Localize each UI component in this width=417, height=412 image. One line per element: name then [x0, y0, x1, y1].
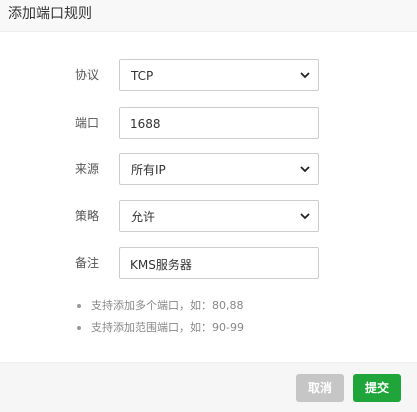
remark-input[interactable]	[130, 255, 310, 273]
tip-text: 支持添加范围端口，如：90-99	[91, 321, 244, 334]
protocol-label: 协议	[75, 68, 100, 82]
source-select[interactable]: 所有IP	[119, 153, 319, 185]
chevron-down-icon	[300, 213, 310, 220]
bullet-icon	[77, 304, 81, 308]
tip-item: 支持添加多个端口，如：80,88	[75, 298, 395, 320]
protocol-value: TCP	[131, 69, 154, 83]
source-value: 所有IP	[131, 163, 166, 177]
source-label: 来源	[75, 162, 100, 176]
port-input[interactable]	[130, 115, 310, 133]
chevron-down-icon	[300, 166, 310, 173]
protocol-row: 协议 TCP	[0, 59, 417, 91]
cancel-button[interactable]: 取消	[296, 374, 344, 402]
submit-button[interactable]: 提交	[353, 374, 401, 402]
protocol-select[interactable]: TCP	[119, 59, 319, 91]
remark-field[interactable]	[119, 247, 319, 279]
dialog-footer: 取消 提交	[0, 362, 417, 412]
port-label: 端口	[75, 116, 100, 130]
dialog-header: 添加端口规则	[0, 0, 417, 32]
bullet-icon	[77, 326, 81, 330]
add-port-rule-dialog: 添加端口规则 协议 TCP 端口 来源 所有IP 策略 允许	[0, 0, 417, 412]
port-row: 端口	[0, 107, 417, 139]
dialog-title: 添加端口规则	[8, 6, 92, 22]
remark-row: 备注	[0, 247, 417, 279]
source-row: 来源 所有IP	[0, 153, 417, 185]
remark-label: 备注	[75, 256, 100, 270]
policy-value: 允许	[131, 210, 156, 224]
policy-row: 策略 允许	[0, 200, 417, 232]
tip-text: 支持添加多个端口，如：80,88	[91, 299, 244, 312]
port-field[interactable]	[119, 107, 319, 139]
tips-list: 支持添加多个端口，如：80,88 支持添加范围端口，如：90-99	[75, 298, 395, 342]
tip-item: 支持添加范围端口，如：90-99	[75, 320, 395, 342]
policy-label: 策略	[75, 209, 100, 223]
policy-select[interactable]: 允许	[119, 200, 319, 232]
chevron-down-icon	[300, 72, 310, 79]
